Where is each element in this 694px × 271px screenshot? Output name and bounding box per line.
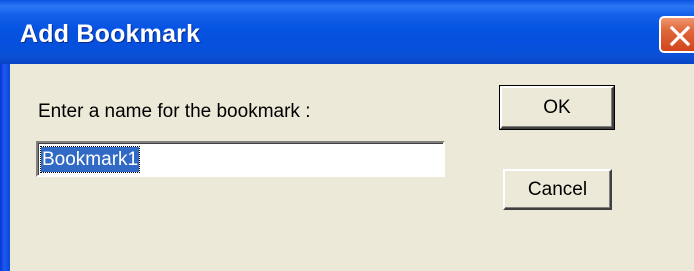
bookmark-name-input[interactable]: Bookmark1 bbox=[36, 141, 445, 177]
window-left-border bbox=[0, 64, 10, 271]
add-bookmark-dialog: Add Bookmark Enter a name for the bookma… bbox=[0, 0, 694, 271]
bookmark-name-value: Bookmark1 bbox=[39, 146, 141, 173]
close-button[interactable] bbox=[659, 16, 694, 53]
ok-button[interactable]: OK bbox=[499, 85, 615, 130]
title-bar[interactable]: Add Bookmark bbox=[0, 0, 694, 64]
close-icon bbox=[669, 25, 691, 47]
bookmark-name-label: Enter a name for the bookmark : bbox=[38, 101, 311, 122]
dialog-title: Add Bookmark bbox=[20, 20, 201, 48]
cancel-button[interactable]: Cancel bbox=[503, 169, 612, 210]
